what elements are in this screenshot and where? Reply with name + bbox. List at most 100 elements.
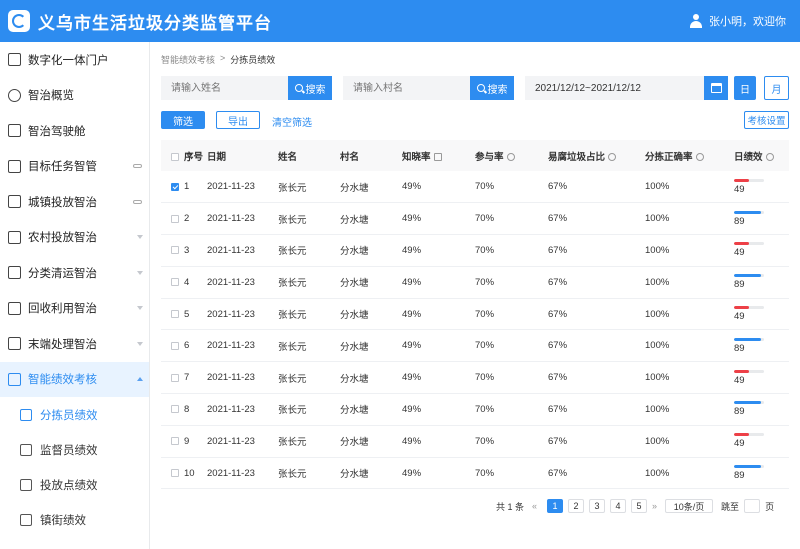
- list-icon: [8, 159, 21, 173]
- name-search: 搜索: [161, 76, 332, 100]
- cell-accuracy: 100%: [645, 276, 670, 288]
- row-checkbox[interactable]: [171, 182, 179, 191]
- row-checkbox[interactable]: [171, 405, 179, 414]
- row-checkbox[interactable]: [171, 437, 179, 446]
- row-checkbox[interactable]: [171, 246, 179, 255]
- table-row[interactable]: 3 2021-11-23 张长元 分水塘 49% 70% 67% 100% 49: [161, 235, 789, 267]
- sidebar-item-label: 回收利用智治: [28, 303, 97, 316]
- score-bar: [734, 210, 764, 214]
- cell-index: 3: [161, 235, 207, 267]
- sidebar-item-0[interactable]: 数字化一体门户: [0, 42, 149, 78]
- clear-filter-link[interactable]: 清空筛选: [272, 114, 312, 129]
- row-checkbox[interactable]: [171, 341, 179, 350]
- calendar-button[interactable]: [704, 76, 728, 100]
- cell-accuracy: 100%: [645, 403, 670, 415]
- page-button[interactable]: 4: [610, 499, 627, 513]
- score-value: 89: [734, 406, 745, 418]
- village-search-input[interactable]: [343, 76, 470, 100]
- export-button[interactable]: 导出: [216, 111, 260, 129]
- page-button[interactable]: 1: [547, 499, 564, 513]
- page-button[interactable]: 2: [568, 499, 585, 513]
- select-all-checkbox[interactable]: [171, 152, 179, 161]
- row-checkbox[interactable]: [171, 310, 179, 319]
- row-number: 9: [184, 435, 190, 447]
- page-size-select[interactable]: 10条/页: [665, 499, 714, 513]
- sidebar-item-3[interactable]: 目标任务智管: [0, 149, 149, 185]
- row-number: 7: [184, 372, 190, 384]
- sub-nav-item-2[interactable]: 投放点绩效: [0, 467, 149, 502]
- help-icon[interactable]: [608, 152, 617, 161]
- cell-village: 分水塘: [340, 214, 369, 226]
- help-icon[interactable]: [765, 152, 774, 161]
- village-search-button[interactable]: 搜索: [470, 76, 514, 100]
- sub-nav-item-1[interactable]: 监督员绩效: [0, 432, 149, 467]
- sub-nav-item-0[interactable]: 分拣员绩效: [0, 397, 149, 432]
- score-bar: [734, 369, 764, 373]
- filter-button[interactable]: 筛选: [161, 111, 205, 129]
- pagination-next[interactable]: »: [652, 501, 657, 511]
- date-range-input[interactable]: 2021/12/12~2021/12/12: [525, 76, 725, 100]
- sub-nav-item-3[interactable]: 镇街绩效: [0, 502, 149, 537]
- row-checkbox[interactable]: [171, 278, 179, 287]
- cell-daily-score: 89: [734, 203, 789, 235]
- score-value: 89: [734, 215, 745, 227]
- name-search-input[interactable]: [161, 76, 288, 100]
- town-chart-icon: [20, 513, 32, 526]
- search-icon: [476, 84, 485, 92]
- sidebar-item-7[interactable]: 回收利用智治: [0, 291, 149, 327]
- day-toggle-button[interactable]: 日: [734, 76, 756, 100]
- chevron-up-icon: [137, 377, 143, 382]
- month-toggle-button[interactable]: 月: [764, 76, 789, 100]
- sidebar-item-2[interactable]: 智治驾驶舱: [0, 113, 149, 149]
- table-row[interactable]: 2 2021-11-23 张长元 分水塘 49% 70% 67% 100% 89: [161, 203, 789, 235]
- info-icon[interactable]: [433, 152, 442, 161]
- assessment-settings-button[interactable]: 考核设置: [744, 111, 789, 129]
- cell-village: 分水塘: [340, 341, 369, 353]
- table-row[interactable]: 5 2021-11-23 张长元 分水塘 49% 70% 67% 100% 49: [161, 298, 789, 330]
- breadcrumb-parent[interactable]: 智能绩效考核: [161, 53, 215, 66]
- cell-awareness: 49%: [402, 276, 422, 288]
- table-row[interactable]: 10 2021-11-23 张长元 分水塘 49% 70% 67% 100% 89: [161, 457, 789, 489]
- cell-date: 2021-11-23: [207, 244, 255, 256]
- chevron-down-icon: [137, 306, 143, 311]
- jump-page-input[interactable]: [744, 499, 761, 513]
- cell-village: 分水塘: [340, 182, 369, 194]
- pagination-prev[interactable]: «: [532, 501, 537, 511]
- score-bar: [734, 465, 764, 469]
- cell-name: 张长元: [278, 437, 307, 449]
- cell-perishable: 67%: [548, 181, 568, 193]
- cell-participation: 70%: [475, 372, 495, 384]
- cell-awareness: 49%: [402, 372, 422, 384]
- sidebar-item-4[interactable]: 城镇投放智治: [0, 184, 149, 220]
- page-button[interactable]: 3: [589, 499, 606, 513]
- cell-index: 1: [161, 171, 207, 203]
- table-row[interactable]: 6 2021-11-23 张长元 分水塘 49% 70% 67% 100% 89: [161, 330, 789, 362]
- sidebar-item-5[interactable]: 农村投放智治: [0, 220, 149, 256]
- date-range-value: 2021/12/12~2021/12/12: [535, 82, 641, 94]
- truck-icon: [8, 266, 21, 280]
- cell-awareness: 49%: [402, 435, 422, 447]
- page-button[interactable]: 5: [631, 499, 648, 513]
- table-row[interactable]: 9 2021-11-23 张长元 分水塘 49% 70% 67% 100% 49: [161, 425, 789, 458]
- help-icon[interactable]: [506, 152, 515, 161]
- help-icon[interactable]: [695, 152, 704, 161]
- table-row[interactable]: 7 2021-11-23 张长元 分水塘 49% 70% 67% 100% 49: [161, 362, 789, 394]
- nav-list: 数字化一体门户 智治概览 智治驾驶舱 目标任务智管 城镇投放智治 农村投放智治 分类清运智治…: [0, 42, 149, 397]
- row-checkbox[interactable]: [171, 214, 179, 223]
- table-row[interactable]: 4 2021-11-23 张长元 分水塘 49% 70% 67% 100% 89: [161, 266, 789, 299]
- table-row[interactable]: 1 2021-11-23 张长元 分水塘 49% 70% 67% 100% 49: [161, 171, 789, 203]
- cell-awareness: 49%: [402, 181, 422, 193]
- sidebar-item-6[interactable]: 分类清运智治: [0, 255, 149, 291]
- cell-participation: 70%: [475, 213, 495, 225]
- cell-perishable: 67%: [548, 213, 568, 225]
- table-row[interactable]: 8 2021-11-23 张长元 分水塘 49% 70% 67% 100% 89: [161, 394, 789, 426]
- sidebar-item-8[interactable]: 末端处理智治: [0, 326, 149, 362]
- row-checkbox[interactable]: [171, 469, 179, 478]
- sidebar-item-9[interactable]: 智能绩效考核: [0, 361, 149, 397]
- cell-perishable: 67%: [548, 340, 568, 352]
- user-menu[interactable]: 张小明，欢迎你: [689, 0, 786, 42]
- name-search-button[interactable]: 搜索: [288, 76, 332, 100]
- sidebar-item-1[interactable]: 智治概览: [0, 78, 149, 114]
- row-checkbox[interactable]: [171, 373, 179, 382]
- cell-village: 分水塘: [340, 373, 369, 385]
